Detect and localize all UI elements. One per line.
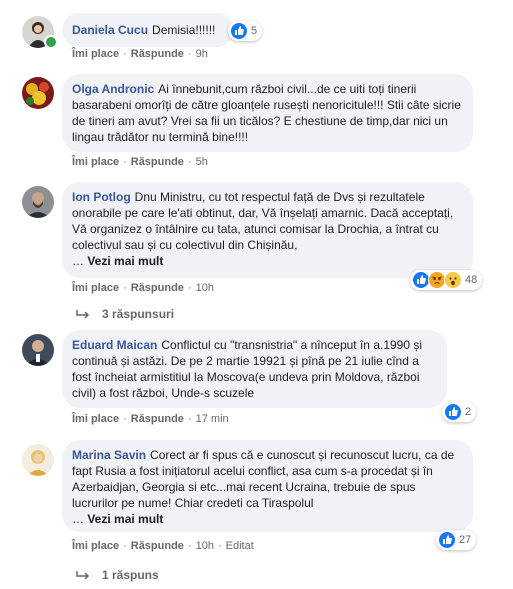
reply-button[interactable]: Răspunde (131, 282, 184, 294)
reaction-count: 48 (465, 274, 478, 286)
reaction-count: 27 (459, 534, 472, 546)
comment-bubble: Marina Savin Corect ar fi spus că e cunos… (62, 440, 473, 532)
avatar[interactable] (22, 334, 54, 366)
reactions-summary[interactable]: 2 (442, 402, 477, 422)
comment-bubble: Ion Potlog Dnu Ministru, cu tot respectul… (62, 182, 473, 278)
comment-time[interactable]: 5h (196, 156, 208, 168)
comment-author[interactable]: Marina Savin (72, 448, 146, 462)
avatar[interactable] (22, 77, 54, 109)
comment-actions: Îmi place · Răspunde · 10h (72, 282, 214, 294)
comment-text: Demisia!!!!!! (152, 23, 216, 37)
comment-bubble: Daniela Cucu Demisia!!!!!! (62, 13, 234, 47)
comment-author[interactable]: Olga Andronic (72, 82, 154, 96)
reply-button[interactable]: Răspunde (131, 156, 184, 168)
reply-button[interactable]: Răspunde (131, 540, 184, 552)
wow-icon (444, 271, 462, 289)
reaction-count: 2 (465, 406, 472, 418)
comment-author[interactable]: Eduard Maican (72, 338, 157, 352)
see-more-link[interactable]: … Vezi mai mult (72, 254, 163, 268)
comment-time[interactable]: 10h (196, 540, 214, 552)
comment-author[interactable]: Ion Potlog (72, 190, 131, 204)
like-icon (444, 403, 462, 421)
reactions-summary[interactable]: 48 (410, 270, 483, 290)
reply-arrow-icon (76, 571, 90, 580)
comment-time[interactable]: 9h (196, 48, 208, 60)
reply-button[interactable]: Răspunde (131, 48, 184, 60)
comment-time[interactable]: 17 min (196, 413, 229, 425)
like-icon (230, 22, 248, 40)
view-replies-link[interactable]: 3 răspunsuri (76, 307, 174, 321)
like-button[interactable]: Îmi place (72, 282, 119, 294)
like-button[interactable]: Îmi place (72, 413, 119, 425)
reply-button[interactable]: Răspunde (131, 413, 184, 425)
comment-time[interactable]: 10h (196, 282, 214, 294)
comment-actions: Îmi place · Răspunde · 17 min (72, 413, 229, 425)
view-replies-link[interactable]: 1 răspuns (76, 568, 159, 582)
avatar[interactable] (22, 444, 54, 476)
reactions-summary[interactable]: 27 (436, 530, 477, 550)
online-status-dot (44, 35, 58, 49)
comment-actions: Îmi place · Răspunde · 10h · Editat (72, 540, 254, 552)
see-more-link[interactable]: … Vezi mai mult (72, 512, 163, 526)
comment-actions: Îmi place · Răspunde · 5h (72, 156, 208, 168)
like-button[interactable]: Îmi place (72, 48, 119, 60)
like-button[interactable]: Îmi place (72, 156, 119, 168)
reaction-count: 5 (251, 25, 258, 37)
like-icon (438, 531, 456, 549)
reactions-summary[interactable]: 5 (228, 21, 263, 41)
comment-bubble: Eduard Maican Conflictul cu "transnistria… (62, 330, 447, 408)
comment-bubble: Olga Andronic Ai înnebunit,cum război civ… (62, 74, 473, 152)
reply-arrow-icon (76, 310, 90, 319)
avatar[interactable] (22, 186, 54, 218)
like-button[interactable]: Îmi place (72, 540, 119, 552)
comment-actions: Îmi place · Răspunde · 9h (72, 48, 208, 60)
comment-author[interactable]: Daniela Cucu (72, 23, 148, 37)
edited-label[interactable]: Editat (226, 540, 254, 552)
